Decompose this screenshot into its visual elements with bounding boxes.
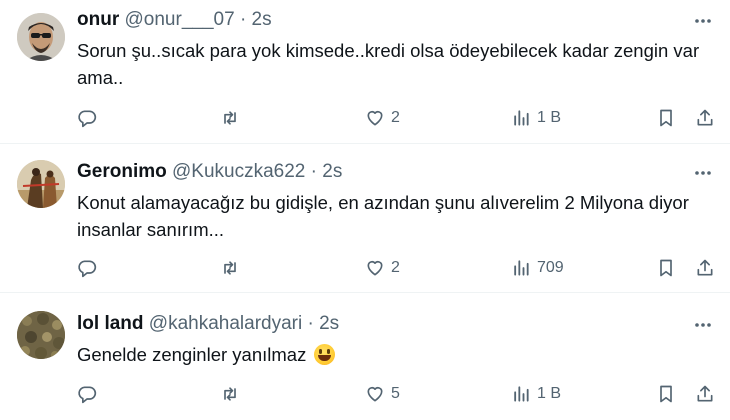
reply-button[interactable] xyxy=(77,106,97,130)
retweet-icon xyxy=(220,108,240,128)
share-icon xyxy=(695,108,715,128)
tweet-header: onur @onur___07 · 2s xyxy=(77,9,272,31)
separator: · xyxy=(239,9,247,30)
tweet[interactable]: lol land @kahkahalardyari · 2s Genelde z… xyxy=(0,292,730,420)
tweet-text-container: Genelde zenginler yanılmaz xyxy=(77,341,717,368)
view-count: 1 B xyxy=(537,385,562,402)
tweet-text: Genelde zenginler yanılmaz xyxy=(77,344,307,365)
like-button[interactable]: 5 xyxy=(365,382,400,406)
reply-icon xyxy=(77,258,97,278)
tweet-header: Geronimo @Kukuczka622 · 2s xyxy=(77,161,342,183)
timestamp[interactable]: 2s xyxy=(319,313,339,334)
views-button[interactable]: 1 B xyxy=(511,382,561,406)
share-icon xyxy=(695,384,715,404)
views-icon xyxy=(511,258,531,278)
separator: · xyxy=(307,313,314,334)
reply-button[interactable] xyxy=(77,256,97,280)
reply-icon xyxy=(77,108,97,128)
action-bar: 2 709 xyxy=(77,256,717,280)
bookmark-button[interactable] xyxy=(656,382,676,406)
timestamp[interactable]: 2s xyxy=(252,9,272,30)
views-button[interactable]: 709 xyxy=(511,256,564,280)
retweet-button[interactable] xyxy=(220,382,240,406)
user-handle[interactable]: @Kukuczka622 xyxy=(172,161,305,182)
tweet[interactable]: onur @onur___07 · 2s Sorun şu..sıcak par… xyxy=(0,0,730,143)
bookmark-icon xyxy=(656,258,676,278)
like-button[interactable]: 2 xyxy=(365,106,400,130)
bookmark-icon xyxy=(656,108,676,128)
like-button[interactable]: 2 xyxy=(365,256,400,280)
heart-icon xyxy=(365,108,385,128)
user-handle[interactable]: @onur___07 xyxy=(125,9,235,30)
share-button[interactable] xyxy=(695,256,715,280)
display-name[interactable]: lol land xyxy=(77,313,144,334)
retweet-button[interactable] xyxy=(220,256,240,280)
like-count: 5 xyxy=(391,385,400,402)
views-button[interactable]: 1 B xyxy=(511,106,561,130)
views-icon xyxy=(511,108,531,128)
bookmark-button[interactable] xyxy=(656,256,676,280)
view-count: 1 B xyxy=(537,109,562,126)
share-button[interactable] xyxy=(695,106,715,130)
more-icon[interactable] xyxy=(692,314,714,336)
avatar[interactable] xyxy=(17,13,65,61)
timestamp[interactable]: 2s xyxy=(322,161,342,182)
more-icon[interactable] xyxy=(692,162,714,184)
tweet-header: lol land @kahkahalardyari · 2s xyxy=(77,313,339,335)
separator: · xyxy=(310,161,317,182)
tweet-text: Konut alamayacağız bu gidişle, en azında… xyxy=(77,192,689,240)
share-icon xyxy=(695,258,715,278)
reply-icon xyxy=(77,384,97,404)
heart-icon xyxy=(365,258,385,278)
reply-feed: onur @onur___07 · 2s Sorun şu..sıcak par… xyxy=(0,0,730,420)
tweet-text: Sorun şu..sıcak para yok kimsede..kredi … xyxy=(77,40,700,88)
grinning-face-emoji xyxy=(314,344,336,365)
user-handle[interactable]: @kahkahalardyari xyxy=(149,313,302,334)
like-count: 2 xyxy=(391,259,400,276)
more-icon[interactable] xyxy=(692,10,714,32)
tweet[interactable]: Geronimo @Kukuczka622 · 2s Konut alamaya… xyxy=(0,143,730,292)
retweet-icon xyxy=(220,384,240,404)
share-button[interactable] xyxy=(695,382,715,406)
action-bar: 2 1 B xyxy=(77,106,717,130)
views-icon xyxy=(511,384,531,404)
retweet-icon xyxy=(220,258,240,278)
action-bar: 5 1 B xyxy=(77,382,717,406)
bookmark-icon xyxy=(656,384,676,404)
heart-icon xyxy=(365,384,385,404)
display-name[interactable]: Geronimo xyxy=(77,161,167,182)
view-count: 709 xyxy=(537,259,564,276)
avatar[interactable] xyxy=(17,311,65,359)
bookmark-button[interactable] xyxy=(656,106,676,130)
display-name[interactable]: onur xyxy=(77,9,119,30)
like-count: 2 xyxy=(391,109,400,126)
reply-button[interactable] xyxy=(77,382,97,406)
avatar[interactable] xyxy=(17,160,65,208)
retweet-button[interactable] xyxy=(220,106,240,130)
